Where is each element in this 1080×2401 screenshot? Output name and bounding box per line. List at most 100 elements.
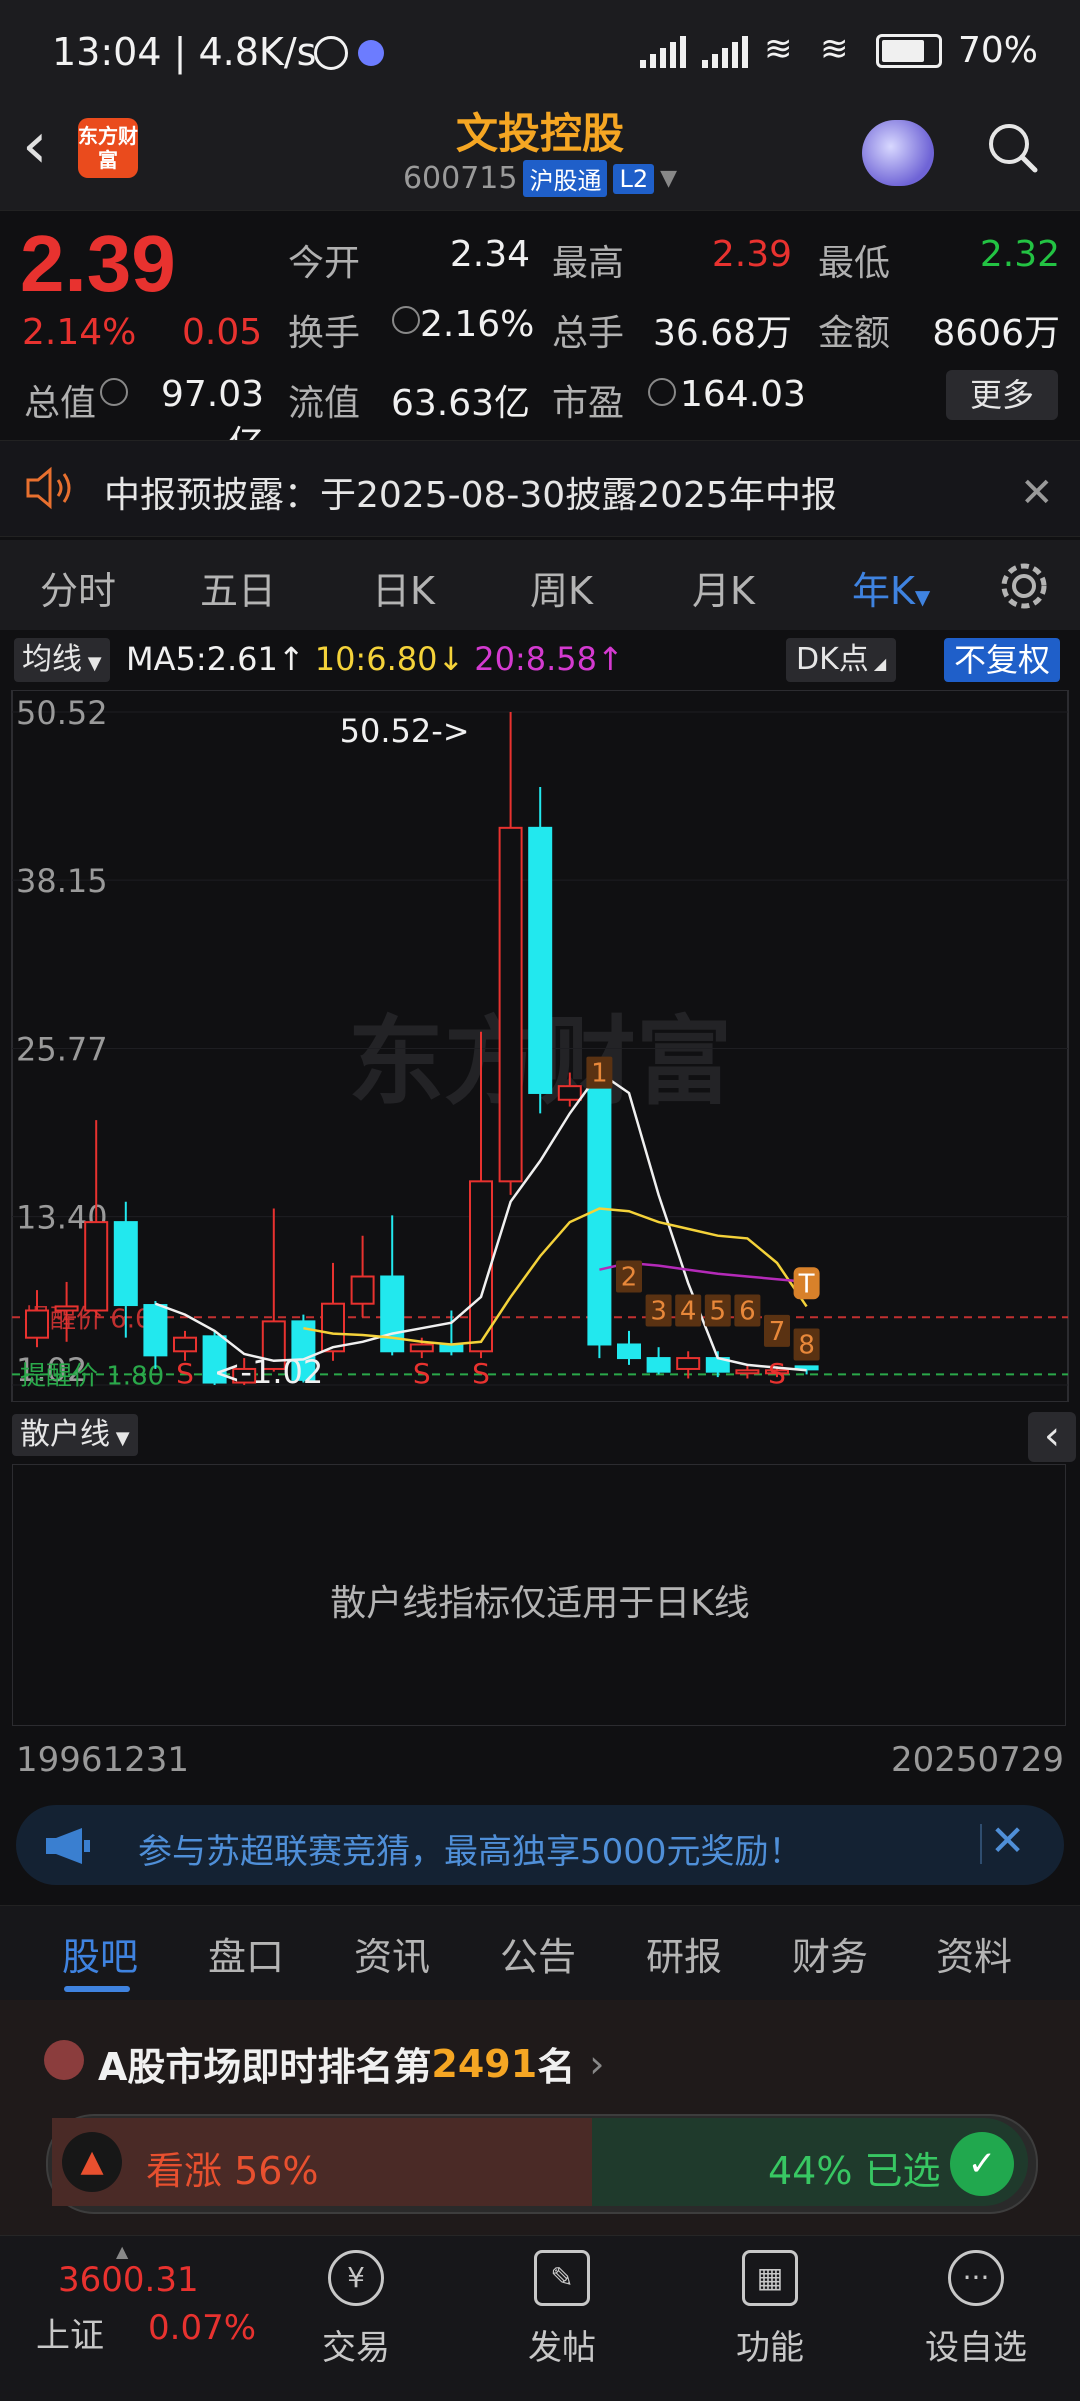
sell-signal: S [768, 1357, 786, 1390]
candle-body [84, 1221, 109, 1312]
y-tick-label: 50.52 [16, 694, 108, 732]
up-arrow-icon: ↑ [277, 640, 305, 678]
y-tick-label: 25.77 [16, 1031, 108, 1069]
tab-weekly-k[interactable]: 周K [530, 560, 593, 615]
vote-up-area[interactable] [52, 2118, 592, 2206]
dk-point-label: DK点 [796, 642, 869, 677]
more-button[interactable]: 更多 [946, 370, 1058, 420]
nav-favorite[interactable]: ··· 设自选 [906, 2250, 1046, 2369]
candle-body [409, 1343, 434, 1353]
tab-daily-k[interactable]: 日K [372, 560, 435, 615]
tab-monthly-k[interactable]: 月K [692, 560, 755, 615]
open-label: 今开 [288, 243, 361, 284]
info-icon[interactable] [392, 306, 420, 334]
candle-body [25, 1309, 49, 1339]
check-icon: ✓ [950, 2132, 1014, 2196]
sell-signal: S [176, 1357, 194, 1390]
ma-selector-label: 均线 [22, 642, 82, 677]
sub-indicator-selector[interactable]: 散户线 ▼ [12, 1414, 138, 1456]
l2-tag: L2 [613, 163, 655, 194]
signal-label: 5 [710, 1296, 727, 1326]
index-name[interactable]: 上证 [36, 2308, 104, 2357]
chevron-left-icon[interactable]: ‹ [1028, 1412, 1076, 1462]
rank-link[interactable]: A股市场即时排名第 2491 名 › [98, 2036, 604, 2091]
assistant-robot-icon[interactable] [862, 120, 934, 186]
ma10-line [303, 1207, 808, 1346]
close-icon[interactable]: ✕ [1020, 470, 1054, 516]
tab-underline [64, 1986, 130, 1992]
amount-value: 8606万 [932, 313, 1060, 354]
yen-icon: ¥ [328, 2250, 384, 2306]
dk-point-button[interactable]: DK点 ◢ [786, 638, 897, 682]
chevron-right-icon: › [589, 2041, 605, 2086]
tab-fenshi[interactable]: 分时 [40, 560, 116, 615]
tab-announcements[interactable]: 公告 [500, 1926, 576, 1981]
status-right: ≋ ≋ 70% [640, 30, 1038, 71]
dropdown-arrow-icon: ▼ [914, 585, 931, 609]
ma-selector[interactable]: 均线 ▼ [14, 638, 110, 682]
dropdown-arrow-icon: ▼ [82, 653, 102, 674]
signal-label: 1 [591, 1059, 608, 1089]
ma-values: MA5:2.61 ↑ 10:6.80 ↓ 20:8.58 ↑ [126, 640, 624, 678]
down-arrow-icon: ↓ [437, 640, 465, 678]
kline-chart[interactable]: 东方财富 50.5238.1525.7713.401.02 提醒价 6.00提醒… [0, 690, 1080, 1402]
megaphone-icon [46, 1828, 90, 1864]
candle-body [380, 1275, 405, 1353]
gear-icon[interactable] [998, 560, 1050, 612]
notice-text: 中报预披露：于2025-08-30披露2025年中报 [104, 475, 837, 516]
nav-trade[interactable]: ¥ 交易 [286, 2250, 426, 2369]
tab-yearly-k[interactable]: 年K▼ [852, 560, 930, 615]
wifi-icon: ≋ [764, 28, 793, 69]
rank-chart-icon [44, 2040, 84, 2080]
open-value: 2.34 [449, 234, 530, 275]
reminder-lines: 提醒价 6.00提醒价 1.80 [12, 1304, 1068, 1391]
pe-value: 164.03 [680, 374, 806, 415]
high-value: 2.39 [711, 234, 792, 275]
candle-body [350, 1275, 375, 1305]
tab-finance[interactable]: 财务 [792, 1926, 868, 1981]
adjust-button[interactable]: 不复权 [944, 638, 1061, 682]
candle-body [498, 826, 523, 1183]
sub-indicator-message: 散户线指标仅适用于日K线 [330, 1583, 750, 1624]
candle-body [173, 1336, 197, 1353]
candle-body [113, 1221, 138, 1307]
tab-research[interactable]: 研报 [646, 1926, 722, 1981]
edit-icon: ✎ [534, 2250, 590, 2306]
grid-icon: ▦ [742, 2250, 798, 2306]
tab-wuri[interactable]: 五日 [200, 560, 276, 615]
tab-pankou[interactable]: 盘口 [208, 1926, 284, 1981]
nav-favorite-label: 设自选 [925, 2328, 1027, 2368]
ma10-value: 10:6.80 [314, 640, 438, 678]
vote-up-label: 看涨 56% [146, 2149, 319, 2193]
nav-functions[interactable]: ▦ 功能 [700, 2250, 840, 2369]
corner-arrow-icon: ◢ [868, 654, 887, 673]
info-icon[interactable] [648, 378, 676, 406]
float-label: 流值 [288, 383, 361, 424]
banner-text: 参与苏超联赛竞猜，最高独享5000元奖励！ [138, 1832, 803, 1872]
rank-value: 2491 [431, 2041, 538, 2086]
candle-body [143, 1304, 168, 1357]
turnover-value: 2.16% [420, 304, 535, 345]
more-dots-icon: ··· [948, 2250, 1004, 2306]
close-icon[interactable]: ✕ [990, 1816, 1025, 1865]
nav-functions-label: 功能 [736, 2328, 804, 2368]
mktcap-label: 总值 [24, 383, 97, 424]
current-price: 2.39 [20, 219, 176, 308]
search-icon[interactable] [985, 120, 1039, 174]
index-value[interactable]: 3600.31 [58, 2260, 199, 2300]
tab-guba[interactable]: 股吧 [62, 1926, 138, 1981]
hgt-tag: 沪股通 [523, 160, 608, 197]
tab-news[interactable]: 资讯 [354, 1926, 430, 1981]
change-percent: 2.14% [22, 312, 137, 353]
banner-divider [980, 1824, 982, 1864]
triangle-up-icon: ▲ [62, 2132, 122, 2192]
index-change[interactable]: 0.07% [148, 2308, 256, 2348]
tab-profile[interactable]: 资料 [936, 1926, 1012, 1981]
info-icon[interactable] [100, 378, 128, 406]
nav-post[interactable]: ✎ 发帖 [492, 2250, 632, 2369]
nav-trade-label: 交易 [322, 2328, 390, 2368]
min-annotation: <-1.02 [214, 1353, 324, 1391]
sell-signal: S [413, 1357, 431, 1390]
float-value: 63.63亿 [390, 383, 530, 424]
app-notification-icon [358, 40, 384, 66]
